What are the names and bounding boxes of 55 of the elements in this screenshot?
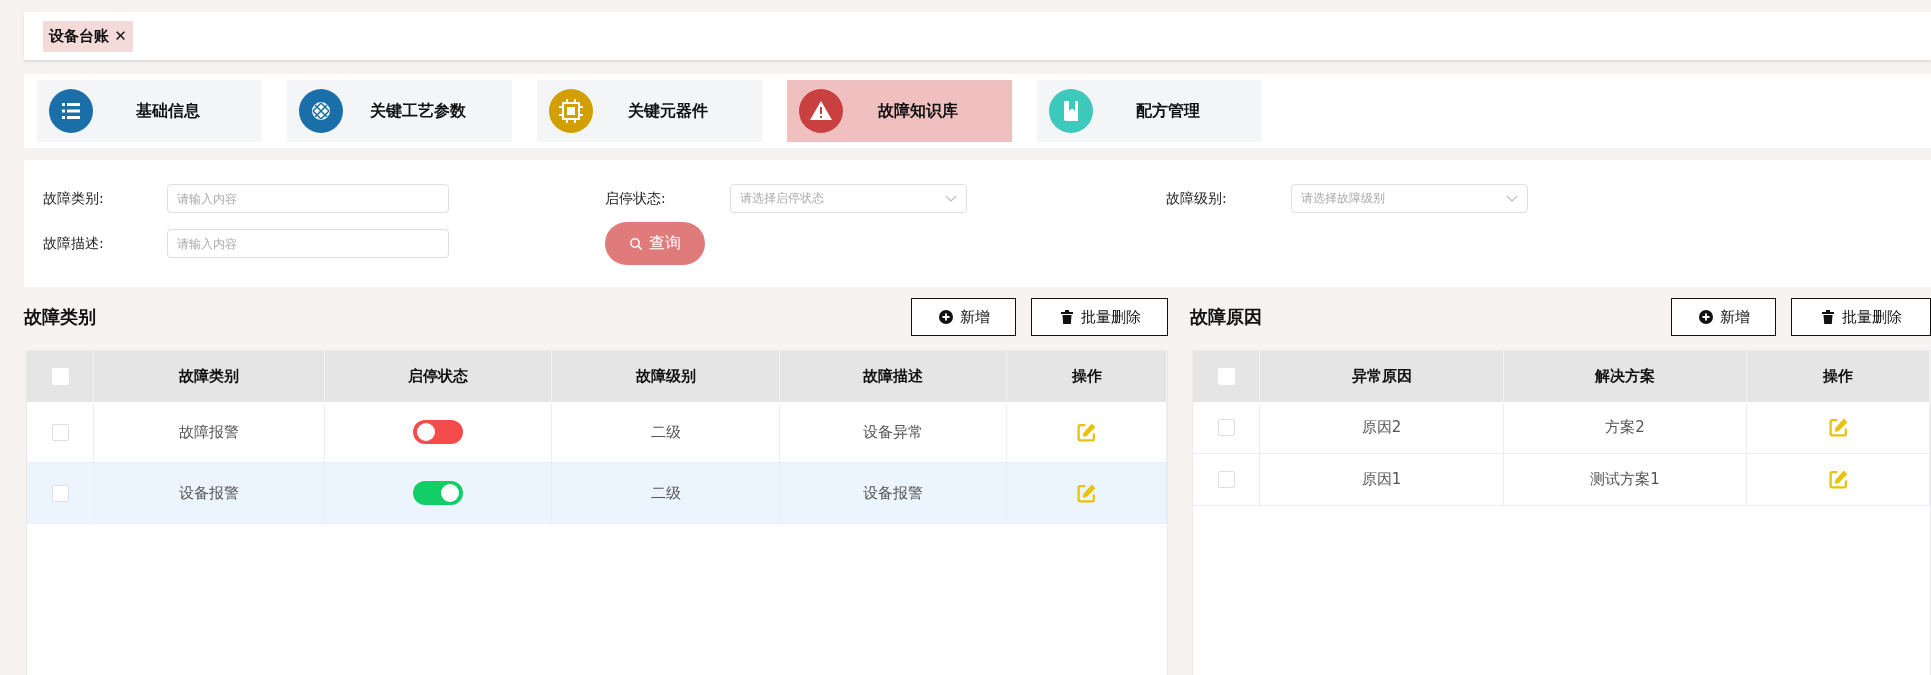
panel-title: 故障原因 (1190, 305, 1262, 329)
panel-title: 故障类别 (24, 305, 96, 329)
column-header: 启停状态 (325, 351, 552, 402)
edit-icon[interactable] (1827, 417, 1849, 438)
table-cell: 设备报警 (863, 483, 923, 503)
plus-circle-icon (1697, 309, 1714, 325)
trash-icon (1820, 309, 1836, 325)
row-checkbox[interactable] (51, 423, 69, 441)
table-cell: 原因2 (1361, 418, 1402, 437)
batch-delete-button[interactable]: 批量删除 (1031, 298, 1168, 336)
select-all-checkbox[interactable] (1217, 368, 1235, 385)
category-input[interactable]: 请输入内容 (167, 184, 449, 213)
edit-icon[interactable] (1827, 469, 1849, 490)
module-tab[interactable]: 关键工艺参数 (287, 80, 512, 142)
description-input[interactable]: 请输入内容 (167, 229, 449, 258)
column-header: 异常原因 (1260, 351, 1504, 402)
module-tab[interactable]: 基础信息 (37, 80, 262, 142)
batch-delete-button[interactable]: 批量删除 (1791, 298, 1931, 336)
chevron-down-icon (945, 194, 957, 203)
edit-icon[interactable] (1076, 421, 1097, 443)
column-header: 故障类别 (94, 351, 325, 402)
column-header: 故障描述 (780, 351, 1007, 402)
plus-circle-icon (937, 309, 954, 325)
table-cell: 设备报警 (179, 483, 239, 503)
table-cell: 测试方案1 (1590, 470, 1660, 489)
module-tab[interactable]: 关键元器件 (537, 80, 762, 142)
row-checkbox[interactable] (1217, 471, 1235, 488)
field-label: 故障级别: (1166, 189, 1228, 208)
column-header: 操作 (1747, 351, 1930, 402)
search-icon (629, 236, 643, 251)
module-tab[interactable]: 故障知识库 (787, 80, 1012, 142)
toggle-switch[interactable] (413, 420, 463, 444)
table-cell: 原因1 (1361, 470, 1402, 489)
page-tab[interactable]: 设备台账 ✕ (43, 20, 133, 52)
toggle-switch[interactable] (413, 481, 463, 505)
field-label: 启停状态: (605, 189, 667, 208)
table-cell: 故障报警 (179, 422, 239, 442)
module-tab[interactable]: 配方管理 (1037, 80, 1262, 142)
add-button[interactable]: 新增 (1671, 298, 1776, 336)
field-label: 故障描述: (43, 234, 105, 253)
table-cell: 方案2 (1605, 418, 1645, 437)
add-button[interactable]: 新增 (911, 298, 1016, 336)
row-checkbox[interactable] (51, 484, 69, 502)
trash-icon (1058, 309, 1075, 325)
row-checkbox[interactable] (1217, 419, 1235, 436)
table-cell: 设备异常 (863, 422, 923, 442)
field-label: 故障类别: (43, 189, 105, 208)
edit-icon[interactable] (1076, 482, 1097, 504)
column-header: 解决方案 (1504, 351, 1747, 402)
column-header: 操作 (1007, 351, 1167, 402)
table-cell: 二级 (650, 483, 681, 503)
select-all-checkbox[interactable] (51, 368, 69, 385)
table-cell: 二级 (650, 422, 681, 442)
column-header: 故障级别 (552, 351, 780, 402)
chevron-down-icon (1506, 194, 1518, 203)
